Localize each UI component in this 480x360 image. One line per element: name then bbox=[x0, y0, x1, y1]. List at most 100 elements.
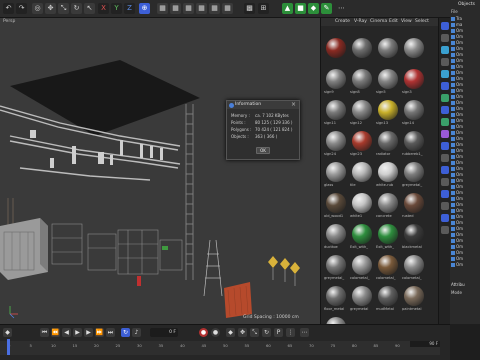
material-swatch[interactable]: blackmetal bbox=[402, 223, 426, 254]
menu-view[interactable]: View bbox=[401, 19, 412, 24]
camera-icon[interactable] bbox=[441, 58, 449, 66]
material-swatch[interactable]: sign9 bbox=[324, 68, 348, 99]
lock-icon[interactable] bbox=[441, 202, 449, 210]
viewport[interactable]: Persp Grid Spacing: 10000 cm bbox=[0, 18, 320, 324]
material-swatch[interactable]: sign8 bbox=[350, 68, 374, 99]
position-key-icon[interactable]: ✥ bbox=[238, 328, 247, 337]
material-swatch[interactable]: concrete bbox=[376, 192, 400, 223]
x-axis-icon[interactable]: X bbox=[98, 3, 109, 14]
pen-icon[interactable]: ✎ bbox=[321, 3, 332, 14]
prev-frame-icon[interactable]: ◀ bbox=[62, 328, 71, 337]
live-select-icon[interactable]: ◎ bbox=[32, 3, 43, 14]
key-icon[interactable]: ◆ bbox=[3, 328, 12, 337]
playhead[interactable] bbox=[7, 339, 10, 355]
material-swatch[interactable] bbox=[350, 37, 374, 68]
coordinate-icon[interactable]: ⊕ bbox=[139, 3, 150, 14]
menu-create[interactable]: Create bbox=[335, 19, 350, 24]
param-key-icon[interactable]: P bbox=[274, 328, 283, 337]
sphere-icon[interactable] bbox=[441, 46, 449, 54]
triangle-icon[interactable]: ▲ bbox=[282, 3, 293, 14]
grid-icon[interactable] bbox=[441, 214, 449, 222]
material-swatch[interactable]: tile bbox=[350, 161, 374, 192]
objects-menu-file[interactable]: File bbox=[451, 9, 458, 14]
tag-icon[interactable] bbox=[441, 190, 449, 198]
effector-icon[interactable] bbox=[441, 118, 449, 126]
end-frame-field[interactable]: 90 F bbox=[410, 341, 440, 347]
cube-icon[interactable]: ■ bbox=[295, 3, 306, 14]
generator-icon[interactable] bbox=[441, 106, 449, 114]
brush-icon[interactable] bbox=[441, 82, 449, 90]
material-swatch[interactable]: colometal_ bbox=[402, 254, 426, 285]
deformer-icon[interactable]: ◆ bbox=[308, 3, 319, 14]
material-swatch[interactable]: sign24 bbox=[324, 130, 348, 161]
material-swatch[interactable]: old_wood1 bbox=[324, 192, 348, 223]
loop-icon[interactable]: ↻ bbox=[121, 328, 130, 337]
spline-icon[interactable] bbox=[441, 142, 449, 150]
more-tl-icon[interactable]: ⋯ bbox=[300, 328, 309, 337]
scale-key-icon[interactable]: ⤡ bbox=[250, 328, 259, 337]
material-swatch[interactable]: sign13 bbox=[376, 99, 400, 130]
attributes-mode[interactable]: Mode bbox=[451, 290, 462, 295]
material-swatch[interactable]: floor_metal bbox=[324, 285, 348, 316]
material-swatch[interactable]: Exit_with_ bbox=[350, 223, 374, 254]
ok-button[interactable]: OK bbox=[256, 147, 270, 154]
material-swatch[interactable]: radiator bbox=[376, 130, 400, 161]
rotation-key-icon[interactable]: ↻ bbox=[262, 328, 271, 337]
sound-icon[interactable]: ♪ bbox=[132, 328, 141, 337]
menu-vray[interactable]: V-Ray bbox=[354, 19, 367, 24]
text-icon[interactable] bbox=[441, 70, 449, 78]
globe-icon[interactable] bbox=[441, 178, 449, 186]
material-swatch[interactable]: colometal_ bbox=[376, 254, 400, 285]
z-axis-icon[interactable]: Z bbox=[124, 3, 135, 14]
last-frame-icon[interactable]: ⏭ bbox=[106, 328, 115, 337]
close-icon[interactable]: × bbox=[291, 101, 296, 108]
play-icon[interactable]: ▶ bbox=[73, 328, 82, 337]
next-key-icon[interactable]: ⏩ bbox=[95, 328, 104, 337]
layout-icon[interactable]: ⊞ bbox=[258, 3, 269, 14]
material-swatch[interactable]: paintmetal bbox=[402, 285, 426, 316]
material-swatch[interactable]: greymetal_ bbox=[324, 254, 348, 285]
picture-viewer-icon[interactable]: ▦ bbox=[209, 3, 220, 14]
pointer-icon[interactable]: ↖ bbox=[84, 3, 95, 14]
light-icon[interactable] bbox=[441, 154, 449, 162]
magnet-icon[interactable] bbox=[441, 226, 449, 234]
sky-icon[interactable] bbox=[441, 166, 449, 174]
material-swatch[interactable]: sign12 bbox=[350, 99, 374, 130]
menu-edit[interactable]: Edit bbox=[389, 19, 398, 24]
redo-icon[interactable]: ↷ bbox=[16, 3, 27, 14]
autokey-icon[interactable]: ● bbox=[211, 328, 220, 337]
cloner-icon[interactable] bbox=[441, 94, 449, 102]
menu-cinema[interactable]: Cinema bbox=[370, 19, 387, 24]
material-swatch[interactable]: sign5 bbox=[376, 68, 400, 99]
material-swatch[interactable]: sign14 bbox=[402, 99, 426, 130]
material-swatch[interactable]: mudMetal bbox=[376, 285, 400, 316]
material-swatch[interactable]: rubbereb1_ bbox=[402, 130, 426, 161]
y-axis-icon[interactable]: Y bbox=[111, 3, 122, 14]
keyframe-icon[interactable]: ◆ bbox=[226, 328, 235, 337]
material-swatch[interactable]: sign11 bbox=[324, 99, 348, 130]
timeline-ruler[interactable]: 051015202530354045505560657075808590 bbox=[0, 341, 440, 355]
render-icon[interactable]: ▦ bbox=[170, 3, 181, 14]
render-settings-icon[interactable]: ▦ bbox=[183, 3, 194, 14]
move-icon[interactable]: ✥ bbox=[45, 3, 56, 14]
object-row[interactable]: Om bbox=[451, 262, 480, 268]
select-icon[interactable] bbox=[441, 34, 449, 42]
deformer-icon[interactable] bbox=[441, 130, 449, 138]
cube-icon[interactable] bbox=[441, 22, 449, 30]
next-frame-icon[interactable]: ▶ bbox=[84, 328, 93, 337]
record-icon[interactable]: ● bbox=[199, 328, 208, 337]
material-swatch[interactable]: ducttoe bbox=[324, 223, 348, 254]
material-swatch[interactable]: colometal_ bbox=[350, 254, 374, 285]
material-swatch[interactable]: rusted bbox=[402, 192, 426, 223]
rotate-icon[interactable]: ↻ bbox=[71, 3, 82, 14]
material-swatch[interactable]: white1 bbox=[350, 192, 374, 223]
material-swatch[interactable]: sign23 bbox=[350, 130, 374, 161]
point-key-icon[interactable]: ⋮ bbox=[286, 328, 295, 337]
menu-select[interactable]: Select bbox=[415, 19, 429, 24]
material-swatch[interactable]: greymetal_ bbox=[402, 161, 426, 192]
material-swatch[interactable]: greymetal bbox=[350, 285, 374, 316]
prev-key-icon[interactable]: ⏪ bbox=[51, 328, 60, 337]
material-swatch[interactable] bbox=[402, 37, 426, 68]
team-render-icon[interactable]: ▦ bbox=[222, 3, 233, 14]
first-frame-icon[interactable]: ⏮ bbox=[40, 328, 49, 337]
